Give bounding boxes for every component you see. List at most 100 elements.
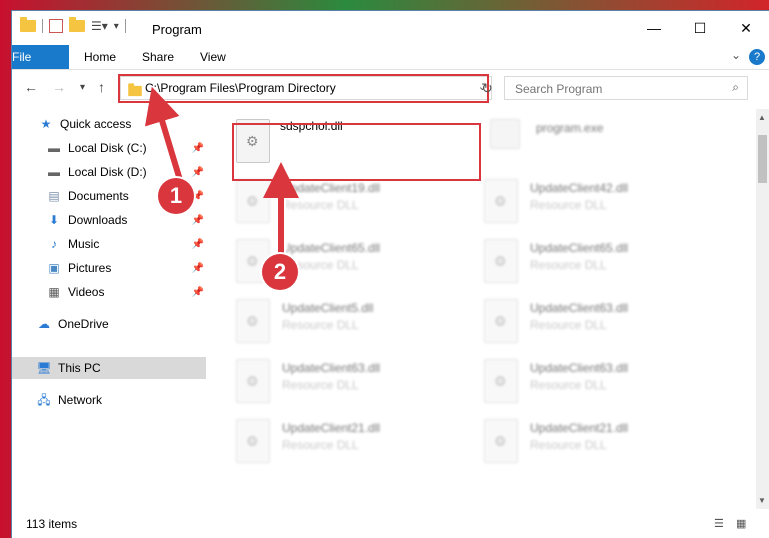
dll-file-icon: ⚙: [236, 299, 270, 343]
expand-ribbon-icon[interactable]: ⌄: [731, 48, 741, 62]
customize-toolbar-icon[interactable]: ▾: [114, 21, 119, 32]
dll-file-icon: ⚙: [484, 179, 518, 223]
properties-icon[interactable]: [49, 19, 63, 33]
status-bar: 113 items ☰ ▦: [12, 511, 769, 538]
file-name: UpdateClient65.dll: [282, 241, 381, 255]
scroll-up-icon[interactable]: ▲: [758, 113, 766, 122]
sidebar-item-local-disk-c[interactable]: ▬ Local Disk (C:) 📌: [12, 137, 206, 159]
file-description: Resource DLL: [282, 378, 359, 392]
close-button[interactable]: ✕: [723, 11, 769, 45]
dll-file-icon: ⚙: [236, 179, 270, 223]
videos-icon: ▦: [48, 285, 60, 299]
file-item[interactable]: ⚙ UpdateClient21.dll Resource DLL: [236, 419, 466, 469]
search-input[interactable]: [513, 80, 717, 98]
divider: [124, 19, 126, 33]
search-box[interactable]: ⌕: [504, 76, 748, 100]
file-name: program.exe: [536, 121, 604, 135]
new-folder-icon[interactable]: [69, 17, 85, 32]
sidebar-item-quick-access[interactable]: ★ Quick access: [12, 113, 206, 135]
file-item-program-exe[interactable]: program.exe: [490, 119, 730, 169]
sidebar-item-label: Videos: [68, 285, 105, 299]
recent-locations-icon[interactable]: ▾: [80, 82, 85, 93]
minimize-button[interactable]: —: [631, 11, 677, 45]
file-item[interactable]: ⚙ UpdateClient21.dll Resource DLL: [484, 419, 724, 469]
scrollbar-thumb[interactable]: [758, 135, 767, 183]
gear-icon: ⚙: [494, 193, 507, 209]
address-highlight-box: [118, 74, 489, 103]
tab-home[interactable]: Home: [84, 45, 116, 69]
sidebar-item-this-pc[interactable]: 🖥 This PC: [12, 357, 206, 379]
navigation-bar: ← → ▾ ↑ C:\Program Files\Program Directo…: [12, 70, 769, 106]
file-name: UpdateClient21.dll: [282, 421, 381, 435]
cloud-icon: ☁: [38, 317, 50, 331]
pin-icon[interactable]: 📌: [192, 287, 204, 298]
network-icon: 🖧: [37, 393, 51, 407]
search-icon[interactable]: ⌕: [732, 80, 739, 95]
star-icon: ★: [40, 117, 52, 131]
quick-access-toolbar: ☰▾ ▾: [20, 17, 126, 33]
gear-icon: ⚙: [246, 253, 259, 269]
pin-icon[interactable]: 📌: [192, 239, 204, 250]
gear-icon: ⚙: [246, 433, 259, 449]
file-item[interactable]: ⚙ UpdateClient65.dll Resource DLL: [484, 239, 724, 289]
refresh-icon[interactable]: ↻: [478, 76, 496, 100]
item-count: 113 items: [26, 517, 78, 531]
pin-icon[interactable]: 📌: [192, 143, 204, 154]
file-name: UpdateClient65.dll: [530, 241, 629, 255]
file-name: UpdateClient21.dll: [530, 421, 629, 435]
sidebar-item-music[interactable]: ♪ Music 📌: [12, 233, 206, 255]
pin-icon[interactable]: 📌: [192, 215, 204, 226]
sidebar-item-videos[interactable]: ▦ Videos 📌: [12, 281, 206, 303]
file-item[interactable]: ⚙ UpdateClient42.dll Resource DLL: [484, 179, 724, 229]
file-item[interactable]: ⚙ UpdateClient5.dll Resource DLL: [236, 299, 466, 349]
pin-icon[interactable]: 📌: [192, 263, 204, 274]
file-highlight-box: [232, 123, 481, 181]
up-arrow-icon[interactable]: ↑: [98, 79, 105, 95]
sidebar-item-onedrive[interactable]: ☁ OneDrive: [12, 313, 206, 335]
exe-file-icon: [490, 119, 520, 149]
file-item[interactable]: ⚙ UpdateClient63.dll Resource DLL: [236, 359, 466, 409]
scroll-down-icon[interactable]: ▼: [758, 496, 766, 505]
help-button[interactable]: ?: [749, 49, 765, 65]
file-name: UpdateClient5.dll: [282, 301, 374, 315]
file-name: UpdateClient42.dll: [530, 181, 629, 195]
maximize-button[interactable]: ☐: [677, 11, 723, 45]
details-view-icon[interactable]: ☰: [714, 517, 730, 531]
large-icons-view-icon[interactable]: ▦: [736, 517, 752, 531]
download-icon: ⬇: [48, 213, 60, 227]
gear-icon: ⚙: [494, 313, 507, 329]
sidebar-item-label: Documents: [68, 189, 129, 203]
sidebar-item-label: Quick access: [60, 117, 132, 131]
tab-file[interactable]: File: [12, 45, 69, 69]
forward-arrow-icon[interactable]: →: [52, 79, 66, 95]
file-description: Resource DLL: [530, 198, 607, 212]
vertical-scrollbar[interactable]: ▲ ▼: [756, 109, 769, 509]
sidebar-item-label: Downloads: [68, 213, 128, 227]
ribbon-tabs: File Home Share View ⌄ ?: [12, 45, 769, 70]
file-description: Resource DLL: [530, 258, 607, 272]
pin-icon[interactable]: 📌: [192, 167, 204, 178]
back-arrow-icon[interactable]: ←: [24, 79, 38, 95]
file-item[interactable]: ⚙ UpdateClient19.dll Resource DLL: [236, 179, 466, 229]
disk-icon: ▬: [48, 165, 60, 179]
tab-view[interactable]: View: [200, 45, 226, 69]
file-description: Resource DLL: [282, 438, 359, 452]
navigation-pane: ★ Quick access ▬ Local Disk (C:) 📌 ▬ Loc…: [12, 109, 206, 509]
sidebar-item-network[interactable]: 🖧 Network: [12, 389, 206, 411]
dll-file-icon: ⚙: [484, 239, 518, 283]
folder-icon: [20, 17, 36, 32]
sidebar-item-label: Music: [68, 237, 100, 251]
file-description: Resource DLL: [530, 438, 607, 452]
file-description: Resource DLL: [282, 318, 359, 332]
gear-icon: ⚙: [246, 193, 259, 209]
file-item[interactable]: ⚙ UpdateClient63.dll Resource DLL: [484, 299, 724, 349]
sidebar-item-label: Pictures: [68, 261, 112, 275]
tab-share[interactable]: Share: [142, 45, 174, 69]
view-options-icon[interactable]: ☰▾: [91, 19, 108, 33]
sidebar-item-pictures[interactable]: ▣ Pictures 📌: [12, 257, 206, 279]
file-item[interactable]: ⚙ UpdateClient63.dll Resource DLL: [484, 359, 724, 409]
gear-icon: ⚙: [494, 373, 507, 389]
sidebar-item-label: Local Disk (C:): [68, 141, 147, 155]
divider: [42, 19, 43, 33]
gear-icon: ⚙: [494, 253, 507, 269]
